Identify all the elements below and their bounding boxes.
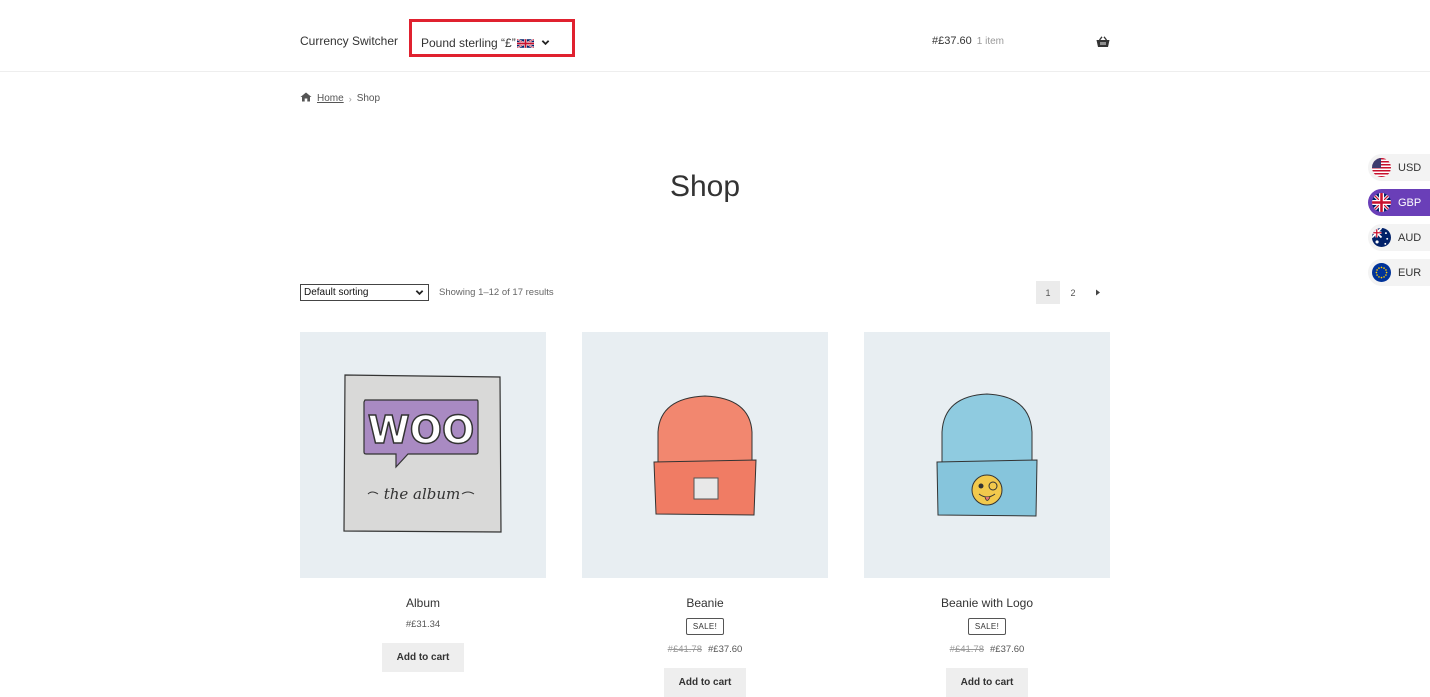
currency-dropdown[interactable]: Pound sterling “£” (409, 19, 575, 57)
site-title[interactable]: Currency Switcher (300, 34, 398, 48)
chevron-down-icon (541, 34, 550, 52)
breadcrumb-separator: › (348, 93, 352, 104)
uk-flag-icon (1372, 193, 1391, 212)
product-image-album[interactable]: WOO the album (300, 332, 546, 578)
currency-option-usd[interactable]: USD (1368, 154, 1430, 181)
sale-badge: SALE! (685, 618, 725, 635)
svg-text:the album: the album (384, 485, 461, 503)
currency-code: AUD (1398, 231, 1422, 244)
product-image-beanie[interactable] (582, 332, 828, 578)
sorting-select-value: Default sorting (304, 287, 369, 298)
svg-text:WOO: WOO (368, 408, 475, 452)
add-to-cart-button[interactable]: Add to cart (381, 643, 465, 672)
us-flag-icon (1372, 158, 1391, 177)
product-price: #£41.78 #£37.60 (949, 644, 1025, 655)
pagination: 1 2 (1036, 281, 1111, 304)
currency-dropdown-label: Pound sterling “£” (421, 36, 535, 52)
currency-code: EUR (1398, 266, 1422, 279)
cart-summary[interactable]: #£37.60 1 item (932, 35, 1004, 47)
next-page-icon[interactable] (1086, 281, 1110, 304)
product-price: #£41.78 #£37.60 (667, 644, 743, 655)
breadcrumb-current: Shop (356, 93, 381, 104)
currency-code: GBP (1398, 196, 1422, 209)
currency-option-gbp[interactable]: GBP (1368, 189, 1430, 216)
product-price: #£31.34 (405, 619, 441, 630)
cart-total-amount: #£37.60 (932, 35, 972, 47)
currency-option-aud[interactable]: AUD (1368, 224, 1430, 251)
sale-badge: SALE! (967, 618, 1007, 635)
australia-flag-icon (1372, 228, 1391, 247)
currency-switcher-sidebar: USD GBP AUD EUR (1368, 154, 1430, 294)
breadcrumb-home-link[interactable]: Home (317, 93, 344, 104)
result-count: Showing 1–12 of 17 results (439, 287, 554, 298)
add-to-cart-button[interactable]: Add to cart (945, 668, 1029, 697)
product-title[interactable]: Album (300, 596, 546, 610)
chevron-down-icon (415, 288, 424, 300)
product-card-beanie-with-logo: Beanie with Logo SALE! #£41.78 #£37.60 Ad… (864, 332, 1110, 697)
breadcrumb: Home › Shop (300, 92, 380, 105)
product-title[interactable]: Beanie with Logo (864, 596, 1110, 610)
product-card-beanie: Beanie SALE! #£41.78 #£37.60 Add to cart (582, 332, 828, 697)
site-header: Currency Switcher Pound sterling “£” #£3… (0, 0, 1430, 72)
sorting-select[interactable]: Default sorting (300, 284, 429, 301)
product-card-album: WOO the album Album #£31.34 Add to cart (300, 332, 546, 672)
product-image-beanie-with-logo[interactable] (864, 332, 1110, 578)
uk-flag-icon (516, 38, 535, 52)
product-title[interactable]: Beanie (582, 596, 828, 610)
currency-option-eur[interactable]: EUR (1368, 259, 1430, 286)
page-title: Shop (669, 170, 741, 203)
home-icon (300, 92, 312, 105)
page-2[interactable]: 2 (1061, 281, 1085, 304)
cart-item-count: 1 item (976, 36, 1004, 47)
currency-code: USD (1398, 161, 1422, 174)
add-to-cart-button[interactable]: Add to cart (663, 668, 747, 697)
eu-flag-icon (1372, 263, 1391, 282)
basket-icon[interactable] (1096, 35, 1110, 53)
page-1[interactable]: 1 (1036, 281, 1060, 304)
